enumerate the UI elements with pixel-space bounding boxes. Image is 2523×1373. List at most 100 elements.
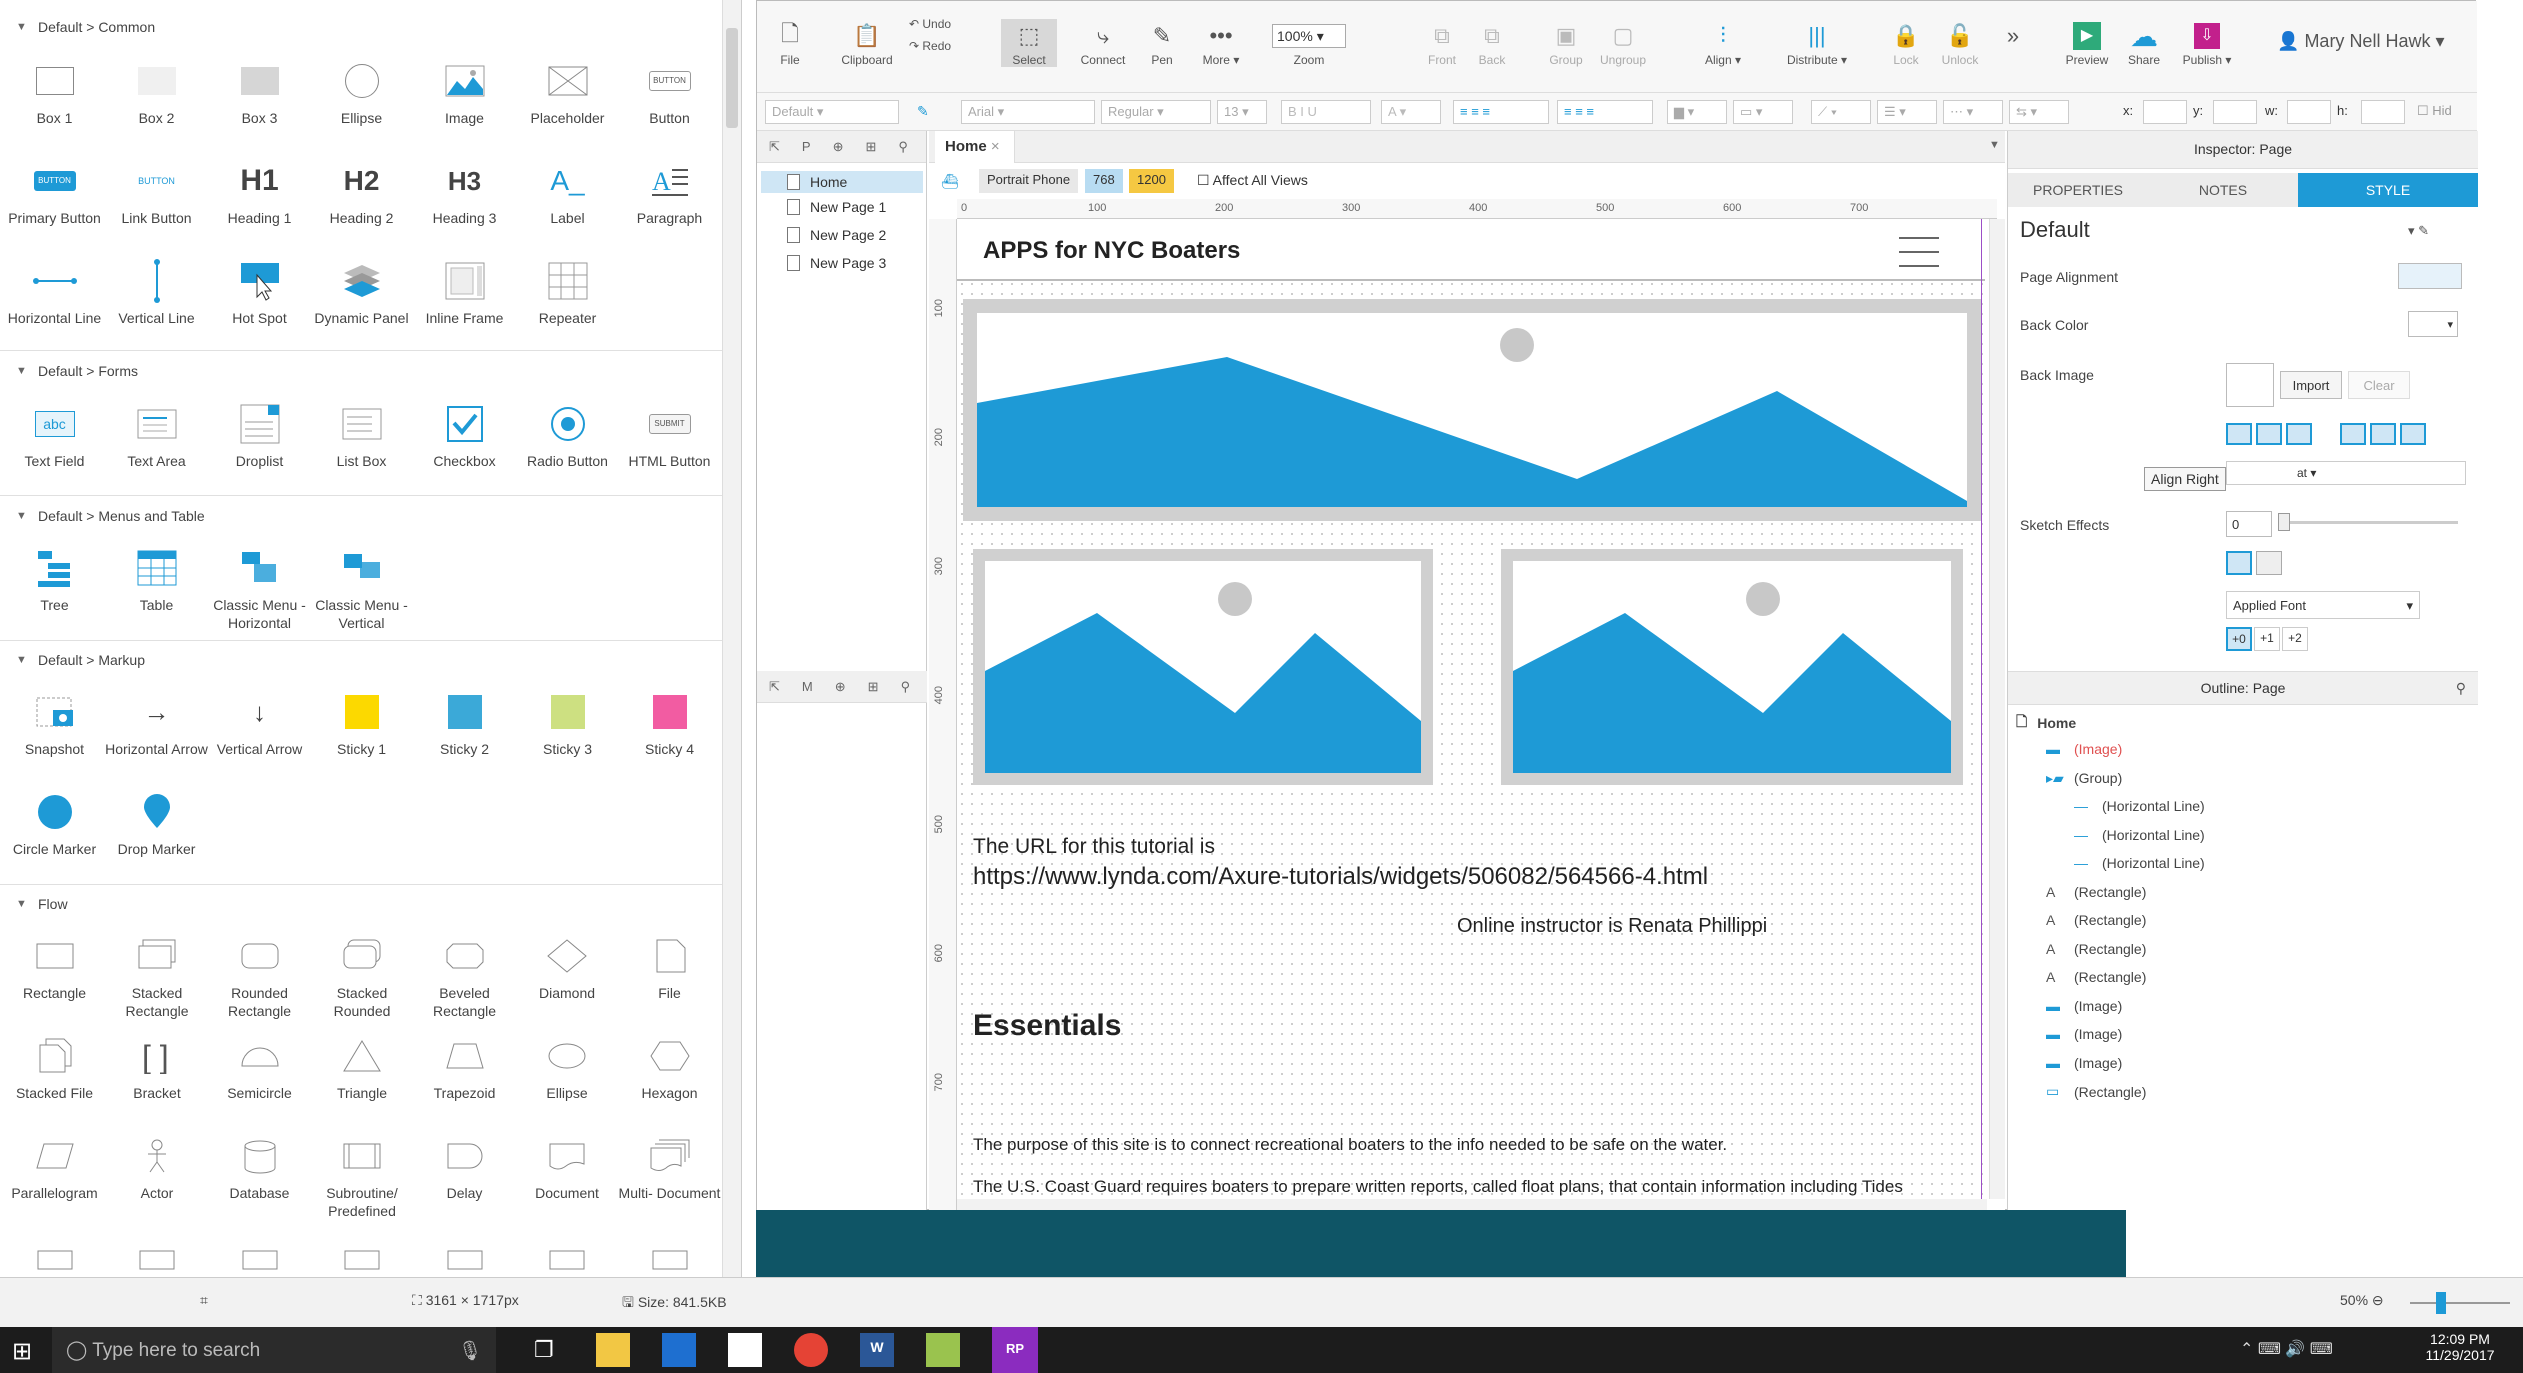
page-new-page-2[interactable]: New Page 2 (787, 227, 886, 243)
vertical-align-buttons[interactable]: ≡ ≡ ≡ (1557, 100, 1653, 124)
affect-all-views-checkbox[interactable]: ☐ Affect All Views (1197, 172, 1308, 189)
outline-item[interactable]: A (Rectangle) (2046, 912, 2146, 928)
widget-flow-sfile[interactable]: Stacked File (3, 1030, 106, 1126)
widget-box3[interactable]: Box 3 (208, 55, 311, 151)
adaptive-views-icon[interactable]: ⛴ (941, 173, 959, 190)
font-step-2[interactable]: +2 (2282, 627, 2308, 651)
align-button[interactable]: ⫶ Align ▾ (1695, 19, 1751, 67)
hero-image[interactable] (963, 299, 1981, 521)
outline-item[interactable]: ▭ (Rectangle) (2046, 1083, 2146, 1100)
clipboard-button[interactable]: 📋 Clipboard (817, 19, 917, 67)
front-button[interactable]: ⧉ Front (1419, 19, 1465, 67)
widget-flow-hex2[interactable] (516, 1230, 619, 1277)
windows-start-icon[interactable]: ⊞ (12, 1337, 32, 1366)
sketch-slider-thumb[interactable] (2278, 513, 2290, 531)
page-alignment-buttons[interactable] (2398, 263, 2462, 289)
image-alignment-buttons[interactable] (2226, 423, 2468, 447)
widget-flow-bracket[interactable]: [ ] Bracket (106, 1030, 209, 1126)
design-canvas[interactable]: APPS for NYC Boaters The URL for this tu… (957, 219, 1987, 1199)
widget-flow-srrect[interactable]: Stacked Rounded (311, 930, 414, 1026)
outline-item[interactable]: — (Horizontal Line) (2074, 798, 2205, 814)
widget-radio-button[interactable]: Radio Button (516, 398, 619, 494)
widget-flow-delay[interactable]: Delay (413, 1130, 516, 1226)
font-step-1[interactable]: +1 (2254, 627, 2280, 651)
widget-flow-table2[interactable] (311, 1230, 414, 1277)
tab-properties[interactable]: PROPERTIES (2008, 173, 2148, 207)
widget-box1[interactable]: Box 1 (3, 55, 106, 151)
h-input[interactable] (2361, 100, 2405, 124)
outline-item[interactable]: A (Rectangle) (2046, 941, 2146, 957)
widget-flow-tri[interactable]: Triangle (311, 1030, 414, 1126)
widget-vertical-line[interactable]: Vertical Line (105, 255, 208, 351)
widget-flow-inv-tri[interactable] (413, 1230, 516, 1277)
redo-button[interactable]: ↷ Redo (909, 39, 951, 53)
widget-sticky2[interactable]: Sticky 2 (413, 686, 516, 782)
widget-image[interactable]: Image (413, 55, 516, 151)
undo-button[interactable]: ↶ Undo (909, 17, 951, 31)
library-scrollbar[interactable] (722, 0, 741, 1277)
x-input[interactable] (2143, 100, 2187, 124)
import-button[interactable]: Import (2280, 371, 2342, 399)
group-button[interactable]: ▣ Group (1541, 19, 1591, 67)
line-width-button[interactable]: ☰ ▾ (1877, 100, 1937, 124)
search-icon[interactable]: ⚲ (898, 139, 908, 155)
outline-item[interactable]: A (Rectangle) (2046, 969, 2146, 985)
hidden-checkbox[interactable]: ☐ Hid (2417, 103, 2452, 119)
site-header[interactable]: APPS for NYC Boaters (957, 219, 1985, 281)
app-icon[interactable] (926, 1333, 960, 1367)
word-icon[interactable]: W (860, 1333, 894, 1367)
widget-checkbox[interactable]: Checkbox (413, 398, 516, 494)
bold-italic-underline[interactable]: B I U (1281, 100, 1371, 124)
widget-text-field[interactable]: abc Text Field (3, 398, 106, 494)
font-step-0[interactable]: +0 (2226, 627, 2252, 651)
tab-style[interactable]: STYLE (2298, 173, 2478, 207)
taskbar-search[interactable]: ◯ Type here to search 🎙 (52, 1327, 496, 1373)
add-page-icon[interactable]: ⊕ (833, 139, 844, 155)
widget-flow-rect[interactable]: Rectangle (3, 930, 106, 1026)
adaptive-view-1200[interactable]: 1200 (1129, 169, 1174, 193)
widget-flow-para[interactable]: Parallelogram (3, 1130, 106, 1226)
tab-notes[interactable]: NOTES (2148, 173, 2298, 207)
outline-item[interactable]: ▬ (Image) (2046, 998, 2122, 1014)
widget-placeholder[interactable]: Placeholder (516, 55, 619, 151)
widget-circle-marker[interactable]: Circle Marker (3, 786, 106, 882)
font-step-buttons[interactable]: +0 +1 +2 (2226, 627, 2308, 651)
clear-button[interactable]: Clear (2348, 371, 2410, 399)
widget-flow-doc[interactable]: Document (516, 1130, 619, 1226)
collapse-icon[interactable]: ⇱ (769, 679, 780, 695)
widget-flow-diamond2[interactable] (618, 1230, 721, 1277)
thumbnail-image-left[interactable] (973, 549, 1433, 785)
back-color-picker[interactable]: ▾ (2408, 311, 2458, 337)
section-flow[interactable]: ▼ Flow (0, 889, 720, 919)
close-icon[interactable]: × (991, 138, 1000, 155)
add-folder-icon[interactable]: ⊞ (865, 139, 876, 155)
widget-sticky1[interactable]: Sticky 1 (310, 686, 413, 782)
widget-horizontal-arrow[interactable]: → Horizontal Arrow (105, 686, 208, 782)
widget-sticky4[interactable]: Sticky 4 (618, 686, 721, 782)
canvas-vertical-scrollbar[interactable] (1989, 219, 2005, 1199)
overflow-button[interactable]: » (1993, 19, 2033, 53)
widget-flow-hex[interactable]: Hexagon (618, 1030, 721, 1126)
size-select[interactable]: 13 ▾ (1217, 100, 1267, 124)
user-menu[interactable]: 👤 Mary Nell Hawk ▾ (2277, 31, 2445, 52)
adaptive-view-portrait-phone[interactable]: Portrait Phone (979, 169, 1079, 193)
font-color-button[interactable]: A ▾ (1381, 100, 1441, 124)
y-input[interactable] (2213, 100, 2257, 124)
widget-dynamic-panel[interactable]: Dynamic Panel (310, 255, 413, 351)
widget-flow-shield[interactable] (3, 1230, 106, 1277)
widget-button[interactable]: BUTTON Button (618, 55, 721, 151)
repeat-select[interactable]: at ▾ (2226, 461, 2466, 485)
style-dropdown[interactable]: ▾ ✎ (2408, 223, 2429, 239)
widget-flow-wedge[interactable] (106, 1230, 209, 1277)
zoom-select[interactable]: 100% ▾ (1272, 24, 1346, 48)
widget-drop-marker[interactable]: Drop Marker (105, 786, 208, 882)
outline-item[interactable]: ▸▰ (Group) (2046, 770, 2122, 787)
preview-button[interactable]: ▶ Preview (2057, 19, 2117, 67)
widget-flow-mdoc[interactable]: Multi- Document (618, 1130, 721, 1226)
unlock-button[interactable]: 🔓 Unlock (1935, 19, 1985, 67)
outline-root[interactable]: 🗋 Home (2016, 711, 2076, 735)
widget-flow-card[interactable] (208, 1230, 311, 1277)
select-button[interactable]: ⬚ Select (1001, 19, 1057, 67)
store-icon[interactable] (662, 1333, 696, 1367)
w-input[interactable] (2287, 100, 2331, 124)
